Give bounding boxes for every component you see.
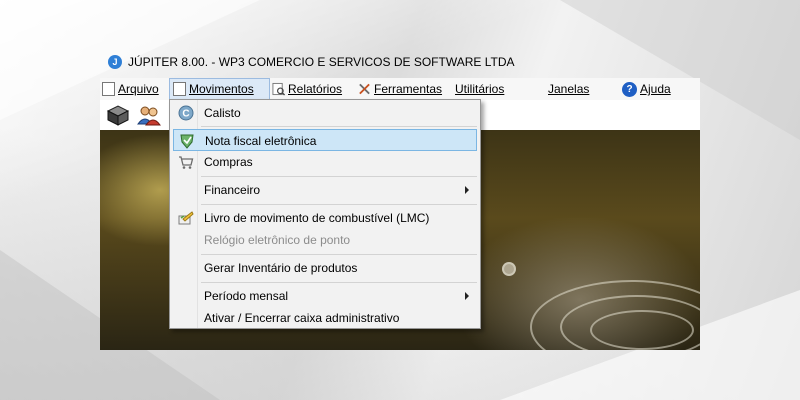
menu-item-label: Livro de movimento de combustível (LMC) <box>204 211 430 225</box>
menu-item-label: Nota fiscal eletrônica <box>205 134 317 148</box>
menu-item-compras[interactable]: Compras <box>173 151 477 173</box>
help-icon: ? <box>622 81 637 97</box>
report-icon <box>272 82 285 96</box>
menu-separator <box>201 126 477 127</box>
menu-item-lmc[interactable]: Livro de movimento de combustível (LMC) <box>173 207 477 229</box>
title-bar: J JÚPITER 8.00. - WP3 COMERCIO E SERVICO… <box>100 46 700 78</box>
document-icon <box>102 82 115 96</box>
menu-item-label: Período mensal <box>204 289 289 303</box>
users-button[interactable] <box>136 103 162 127</box>
menu-movimentos[interactable]: Movimentos <box>169 78 270 100</box>
movimentos-dropdown-menu: C Calisto Nota fiscal eletrônica Compras… <box>169 99 481 329</box>
menu-item-label: Calisto <box>204 106 241 120</box>
menu-label: Movimentos <box>189 82 254 96</box>
app-logo-icon: J <box>108 55 122 69</box>
menu-item-label: Relógio eletrônico de ponto <box>204 233 351 247</box>
menu-item-label: Ativar / Encerrar caixa administrativo <box>204 311 400 325</box>
water-droplet <box>502 262 516 276</box>
menu-arquivo[interactable]: Arquivo <box>102 78 159 100</box>
submenu-arrow-icon <box>465 292 469 300</box>
menu-ajuda[interactable]: ? Ajuda <box>622 78 671 100</box>
menu-item-periodo-mensal[interactable]: Período mensal <box>173 285 477 307</box>
cash-register-button[interactable] <box>105 103 131 127</box>
menu-separator <box>201 254 477 255</box>
menu-utilitarios[interactable]: Utilitários <box>455 78 504 100</box>
users-icon <box>137 106 161 126</box>
menu-relatorios[interactable]: Relatórios <box>272 78 342 100</box>
shopping-cart-icon <box>179 156 194 169</box>
menu-item-label: Gerar Inventário de produtos <box>204 261 358 275</box>
menu-ferramentas[interactable]: Ferramentas <box>358 78 442 100</box>
menu-label: Ajuda <box>640 82 671 96</box>
menu-label: Relatórios <box>288 82 343 96</box>
fuel-book-icon <box>178 211 194 225</box>
menu-label: Janelas <box>548 82 590 96</box>
menu-bar: Arquivo Movimentos Relatórios Ferramenta… <box>100 78 700 100</box>
window-title: JÚPITER 8.00. - WP3 COMERCIO E SERVICOS … <box>128 55 515 69</box>
menu-item-label: Compras <box>204 155 253 169</box>
document-icon <box>173 82 186 96</box>
menu-label: Ferramentas <box>374 82 443 96</box>
calisto-icon: C <box>178 105 194 121</box>
menu-label: Utilitários <box>455 82 505 96</box>
submenu-arrow-icon <box>465 186 469 194</box>
water-ripple <box>590 310 694 350</box>
menu-item-nota-fiscal-eletronica[interactable]: Nota fiscal eletrônica <box>173 129 477 151</box>
menu-label: Arquivo <box>118 82 159 96</box>
menu-item-label: Financeiro <box>204 183 261 197</box>
menu-item-financeiro[interactable]: Financeiro <box>173 179 477 201</box>
menu-item-relogio-ponto: Relógio eletrônico de ponto <box>173 229 477 251</box>
menu-separator <box>201 204 477 205</box>
menu-separator <box>201 176 477 177</box>
menu-janelas[interactable]: Janelas <box>548 78 589 100</box>
menu-item-gerar-inventario[interactable]: Gerar Inventário de produtos <box>173 257 477 279</box>
menu-separator <box>201 282 477 283</box>
menu-item-caixa-administrativo[interactable]: Ativar / Encerrar caixa administrativo <box>173 307 477 329</box>
menu-item-calisto[interactable]: C Calisto <box>173 102 477 124</box>
nfe-shield-icon <box>180 134 194 149</box>
tools-icon <box>359 83 370 95</box>
cash-register-icon <box>106 105 130 126</box>
svg-text:C: C <box>182 109 189 120</box>
